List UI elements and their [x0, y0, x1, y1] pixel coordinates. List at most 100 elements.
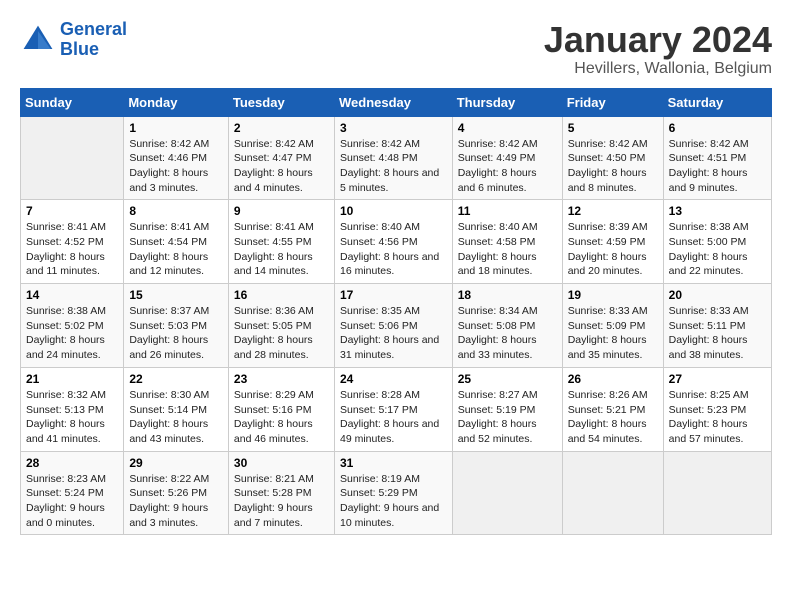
- day-info: Sunrise: 8:40 AMSunset: 4:58 PMDaylight:…: [458, 220, 557, 279]
- calendar-cell: 24 Sunrise: 8:28 AMSunset: 5:17 PMDayligh…: [334, 367, 452, 451]
- day-info: Sunrise: 8:23 AMSunset: 5:24 PMDaylight:…: [26, 472, 118, 531]
- day-info: Sunrise: 8:38 AMSunset: 5:02 PMDaylight:…: [26, 304, 118, 363]
- day-info: Sunrise: 8:41 AMSunset: 4:52 PMDaylight:…: [26, 220, 118, 279]
- logo: General Blue: [20, 20, 127, 60]
- day-info: Sunrise: 8:35 AMSunset: 5:06 PMDaylight:…: [340, 304, 447, 363]
- day-number: 20: [669, 288, 766, 302]
- calendar-week-row: 14 Sunrise: 8:38 AMSunset: 5:02 PMDayligh…: [21, 284, 772, 368]
- weekday-header: Tuesday: [228, 88, 334, 116]
- day-number: 15: [129, 288, 223, 302]
- day-info: Sunrise: 8:21 AMSunset: 5:28 PMDaylight:…: [234, 472, 329, 531]
- calendar-table: SundayMondayTuesdayWednesdayThursdayFrid…: [20, 88, 772, 536]
- calendar-cell: 21 Sunrise: 8:32 AMSunset: 5:13 PMDayligh…: [21, 367, 124, 451]
- day-number: 4: [458, 121, 557, 135]
- calendar-cell: 15Sunrise: 8:37 AMSunset: 5:03 PMDayligh…: [124, 284, 229, 368]
- calendar-week-row: 28 Sunrise: 8:23 AMSunset: 5:24 PMDayligh…: [21, 451, 772, 535]
- calendar-cell: 29 Sunrise: 8:22 AMSunset: 5:26 PMDayligh…: [124, 451, 229, 535]
- calendar-cell: [562, 451, 663, 535]
- day-number: 19: [568, 288, 658, 302]
- calendar-cell: 20 Sunrise: 8:33 AMSunset: 5:11 PMDayligh…: [663, 284, 771, 368]
- calendar-cell: 8 Sunrise: 8:41 AMSunset: 4:54 PMDaylight…: [124, 200, 229, 284]
- day-number: 11: [458, 204, 557, 218]
- day-info: Sunrise: 8:27 AMSunset: 5:19 PMDaylight:…: [458, 388, 557, 447]
- calendar-cell: 6Sunrise: 8:42 AMSunset: 4:51 PMDaylight…: [663, 116, 771, 200]
- day-info: Sunrise: 8:30 AMSunset: 5:14 PMDaylight:…: [129, 388, 223, 447]
- day-number: 25: [458, 372, 557, 386]
- day-number: 27: [669, 372, 766, 386]
- calendar-cell: 2Sunrise: 8:42 AMSunset: 4:47 PMDaylight…: [228, 116, 334, 200]
- day-info: Sunrise: 8:40 AMSunset: 4:56 PMDaylight:…: [340, 220, 447, 279]
- month-title: January 2024: [544, 20, 772, 60]
- day-number: 7: [26, 204, 118, 218]
- day-info: Sunrise: 8:42 AMSunset: 4:48 PMDaylight:…: [340, 137, 447, 196]
- day-number: 8: [129, 204, 223, 218]
- day-info: Sunrise: 8:42 AMSunset: 4:46 PMDaylight:…: [129, 137, 223, 196]
- calendar-cell: 11 Sunrise: 8:40 AMSunset: 4:58 PMDayligh…: [452, 200, 562, 284]
- location-subtitle: Hevillers, Wallonia, Belgium: [544, 60, 772, 78]
- calendar-cell: 22 Sunrise: 8:30 AMSunset: 5:14 PMDayligh…: [124, 367, 229, 451]
- day-info: Sunrise: 8:28 AMSunset: 5:17 PMDaylight:…: [340, 388, 447, 447]
- calendar-week-row: 7 Sunrise: 8:41 AMSunset: 4:52 PMDaylight…: [21, 200, 772, 284]
- day-number: 3: [340, 121, 447, 135]
- logo-icon: [20, 22, 56, 58]
- calendar-cell: 31 Sunrise: 8:19 AMSunset: 5:29 PMDayligh…: [334, 451, 452, 535]
- day-number: 12: [568, 204, 658, 218]
- logo-line1: General: [60, 19, 127, 39]
- day-info: Sunrise: 8:39 AMSunset: 4:59 PMDaylight:…: [568, 220, 658, 279]
- calendar-cell: 4 Sunrise: 8:42 AMSunset: 4:49 PMDaylight…: [452, 116, 562, 200]
- calendar-cell: 18 Sunrise: 8:34 AMSunset: 5:08 PMDayligh…: [452, 284, 562, 368]
- day-number: 21: [26, 372, 118, 386]
- day-info: Sunrise: 8:41 AMSunset: 4:54 PMDaylight:…: [129, 220, 223, 279]
- weekday-header: Sunday: [21, 88, 124, 116]
- day-number: 2: [234, 121, 329, 135]
- day-number: 16: [234, 288, 329, 302]
- day-number: 26: [568, 372, 658, 386]
- day-info: Sunrise: 8:33 AMSunset: 5:11 PMDaylight:…: [669, 304, 766, 363]
- weekday-header: Saturday: [663, 88, 771, 116]
- logo-line2: Blue: [60, 39, 99, 59]
- day-number: 28: [26, 456, 118, 470]
- day-number: 9: [234, 204, 329, 218]
- day-number: 5: [568, 121, 658, 135]
- day-number: 29: [129, 456, 223, 470]
- calendar-cell: 19 Sunrise: 8:33 AMSunset: 5:09 PMDayligh…: [562, 284, 663, 368]
- day-number: 10: [340, 204, 447, 218]
- day-info: Sunrise: 8:42 AMSunset: 4:49 PMDaylight:…: [458, 137, 557, 196]
- calendar-cell: 25 Sunrise: 8:27 AMSunset: 5:19 PMDayligh…: [452, 367, 562, 451]
- calendar-cell: 3 Sunrise: 8:42 AMSunset: 4:48 PMDaylight…: [334, 116, 452, 200]
- day-info: Sunrise: 8:34 AMSunset: 5:08 PMDaylight:…: [458, 304, 557, 363]
- day-number: 18: [458, 288, 557, 302]
- day-number: 6: [669, 121, 766, 135]
- calendar-cell: 13Sunrise: 8:38 AMSunset: 5:00 PMDayligh…: [663, 200, 771, 284]
- day-number: 14: [26, 288, 118, 302]
- day-info: Sunrise: 8:33 AMSunset: 5:09 PMDaylight:…: [568, 304, 658, 363]
- calendar-cell: 14 Sunrise: 8:38 AMSunset: 5:02 PMDayligh…: [21, 284, 124, 368]
- weekday-header: Wednesday: [334, 88, 452, 116]
- day-info: Sunrise: 8:42 AMSunset: 4:50 PMDaylight:…: [568, 137, 658, 196]
- day-info: Sunrise: 8:25 AMSunset: 5:23 PMDaylight:…: [669, 388, 766, 447]
- day-number: 13: [669, 204, 766, 218]
- calendar-cell: 9 Sunrise: 8:41 AMSunset: 4:55 PMDaylight…: [228, 200, 334, 284]
- page-header: General Blue January 2024 Hevillers, Wal…: [20, 20, 772, 78]
- day-info: Sunrise: 8:32 AMSunset: 5:13 PMDaylight:…: [26, 388, 118, 447]
- weekday-header: Friday: [562, 88, 663, 116]
- weekday-header: Monday: [124, 88, 229, 116]
- day-number: 22: [129, 372, 223, 386]
- day-number: 17: [340, 288, 447, 302]
- calendar-cell: 12 Sunrise: 8:39 AMSunset: 4:59 PMDayligh…: [562, 200, 663, 284]
- calendar-cell: 5 Sunrise: 8:42 AMSunset: 4:50 PMDaylight…: [562, 116, 663, 200]
- calendar-cell: 27 Sunrise: 8:25 AMSunset: 5:23 PMDayligh…: [663, 367, 771, 451]
- calendar-cell: 28 Sunrise: 8:23 AMSunset: 5:24 PMDayligh…: [21, 451, 124, 535]
- weekday-header: Thursday: [452, 88, 562, 116]
- day-info: Sunrise: 8:19 AMSunset: 5:29 PMDaylight:…: [340, 472, 447, 531]
- calendar-cell: 16Sunrise: 8:36 AMSunset: 5:05 PMDayligh…: [228, 284, 334, 368]
- calendar-cell: [21, 116, 124, 200]
- calendar-cell: 30 Sunrise: 8:21 AMSunset: 5:28 PMDayligh…: [228, 451, 334, 535]
- day-number: 31: [340, 456, 447, 470]
- day-number: 30: [234, 456, 329, 470]
- calendar-cell: 23Sunrise: 8:29 AMSunset: 5:16 PMDayligh…: [228, 367, 334, 451]
- day-info: Sunrise: 8:41 AMSunset: 4:55 PMDaylight:…: [234, 220, 329, 279]
- day-number: 24: [340, 372, 447, 386]
- day-info: Sunrise: 8:22 AMSunset: 5:26 PMDaylight:…: [129, 472, 223, 531]
- calendar-cell: [663, 451, 771, 535]
